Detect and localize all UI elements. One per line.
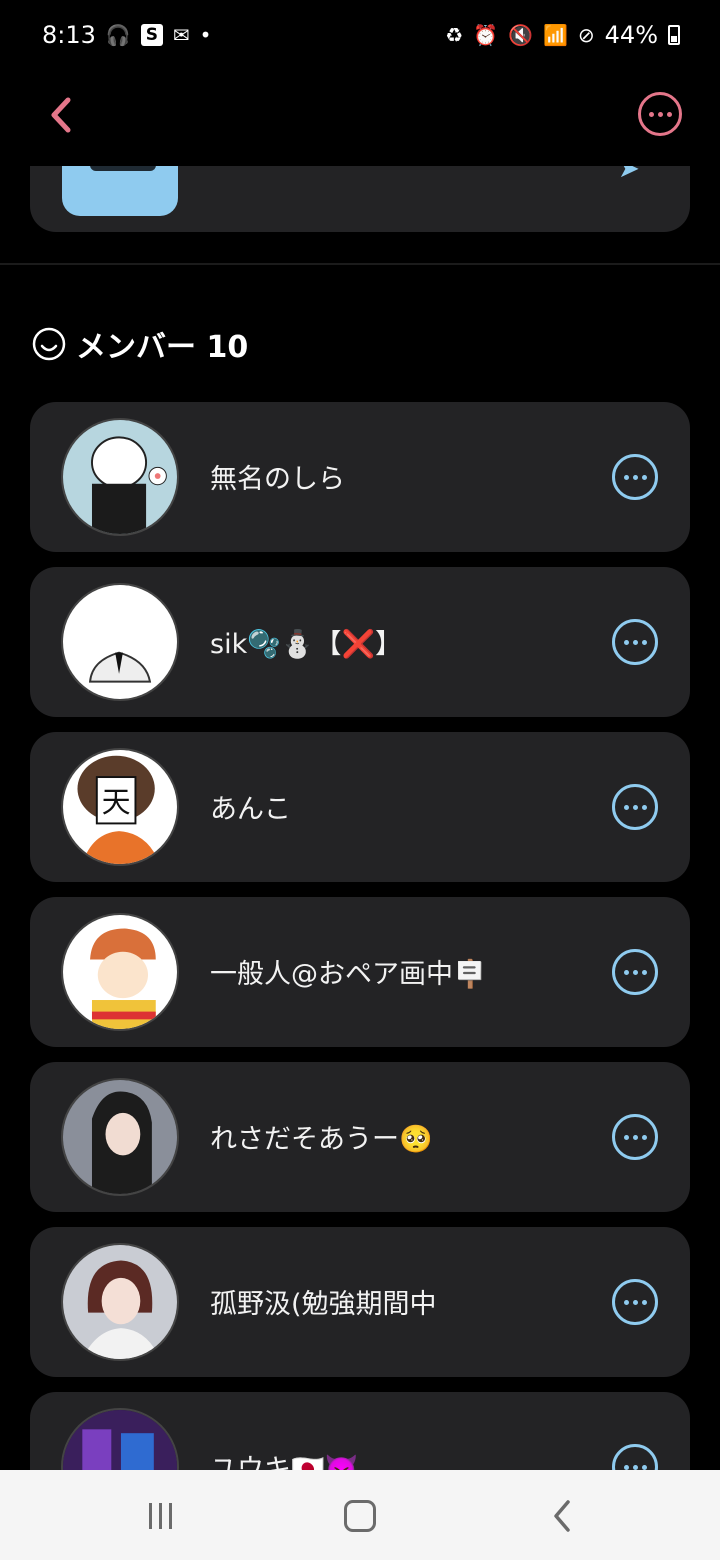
avatar[interactable] (61, 418, 179, 536)
avatar[interactable] (61, 1243, 179, 1361)
avatar[interactable] (61, 583, 179, 701)
member-name: 孤野汲(勉強期間中 (210, 1289, 437, 1320)
member-name: 無名のしら (210, 464, 345, 495)
more-options-button[interactable] (638, 92, 682, 136)
avatar[interactable] (61, 1078, 179, 1196)
section-divider (0, 263, 720, 265)
member-more-button[interactable] (612, 454, 658, 500)
member-more-button[interactable] (612, 619, 658, 665)
system-navigation-bar (0, 1470, 720, 1560)
back-icon (554, 1500, 570, 1532)
chevron-left-icon (51, 97, 71, 133)
member-name: sik🫧⛄【❌】 (210, 629, 403, 660)
system-back-button[interactable] (546, 1498, 578, 1534)
dnd-icon: ⊘ (577, 23, 595, 47)
member-more-button[interactable] (612, 784, 658, 830)
member-row[interactable]: 無名のしら (30, 402, 690, 552)
more-icon (623, 1464, 629, 1470)
member-more-button[interactable] (612, 1114, 658, 1160)
status-bar: 8:13 🎧 S ✉ • ♻ ⏰ 🔇 📶 ⊘ 44% (0, 0, 720, 70)
battery-percent: 44% (604, 21, 658, 49)
home-button[interactable] (344, 1498, 376, 1534)
alarm-icon: ⏰ (473, 23, 499, 47)
member-name: あんこ (210, 794, 291, 825)
top-app-bar (0, 70, 720, 166)
member-row[interactable]: sik🫧⛄【❌】 (30, 567, 690, 717)
more-icon (623, 1134, 629, 1140)
more-icon (623, 474, 629, 480)
member-more-button[interactable] (612, 949, 658, 995)
mail-icon: ✉ (172, 23, 190, 47)
more-icon (623, 804, 629, 810)
avatar[interactable]: 天 (61, 748, 179, 866)
member-more-button[interactable] (612, 1279, 658, 1325)
battery-saver-icon: ♻ (445, 23, 464, 47)
recents-icon (148, 1503, 152, 1529)
more-icon (623, 969, 629, 975)
members-section-title: メンバー 10 (32, 322, 248, 366)
headset-icon: 🎧 (105, 23, 131, 47)
home-icon (344, 1500, 376, 1532)
member-row[interactable]: 天 あんこ (30, 732, 690, 882)
member-name: 一般人@おペア画中🪧 (210, 959, 487, 990)
more-icon (623, 1299, 629, 1305)
members-title-text: メンバー 10 (76, 330, 249, 365)
wifi-icon: 📶 (542, 23, 568, 47)
member-name: れさだそあうー🥺 (210, 1124, 433, 1155)
mute-icon: 🔇 (508, 23, 533, 47)
more-icon (623, 639, 629, 645)
member-row[interactable]: れさだそあうー🥺 (30, 1062, 690, 1212)
member-list: 無名のしら sik🫧⛄【❌】 天 あんこ 一般人@おペア画中🪧 れさだそあうー🥺… (30, 402, 690, 1557)
member-row[interactable]: 一般人@おペア画中🪧 (30, 897, 690, 1047)
smile-icon (32, 327, 66, 361)
member-row[interactable]: 孤野汲(勉強期間中 (30, 1227, 690, 1377)
svg-text:天: 天 (102, 785, 131, 819)
back-button[interactable] (40, 90, 84, 140)
avatar[interactable] (61, 913, 179, 1031)
more-icon (648, 111, 654, 117)
status-time: 8:13 (42, 21, 96, 49)
battery-icon (668, 25, 680, 45)
recents-button[interactable] (144, 1498, 176, 1534)
dot-icon: • (199, 23, 212, 47)
s-app-icon: S (140, 24, 163, 46)
